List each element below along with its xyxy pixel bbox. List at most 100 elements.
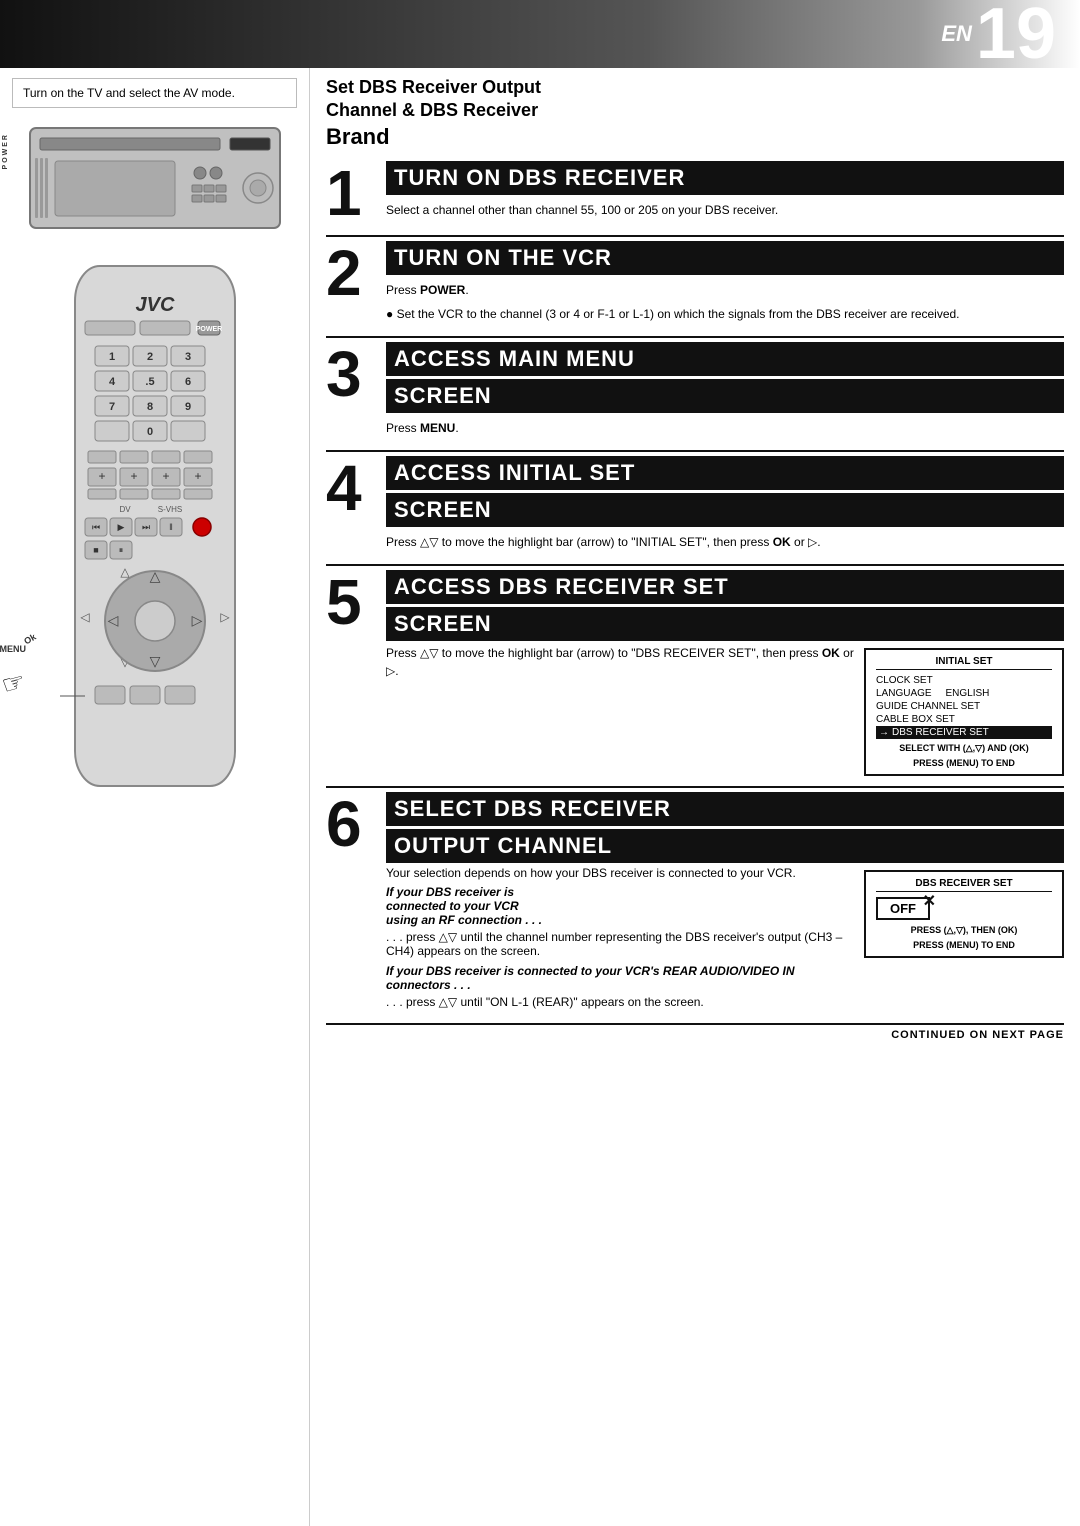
remote-svg: JVC POWER 1 2 3 4 .5 xyxy=(50,256,260,816)
svg-text:△: △ xyxy=(149,568,160,584)
ok-bold-5: OK xyxy=(822,646,840,660)
divider-1 xyxy=(326,235,1064,237)
step-1-content: TURN ON DBS RECEIVER Select a channel ot… xyxy=(386,161,1064,222)
hand-pointer: ☞ xyxy=(0,666,28,702)
screen-note-press: PRESS (MENU) TO END xyxy=(876,758,1052,768)
vcr-svg xyxy=(20,123,290,233)
svg-text:6: 6 xyxy=(184,376,190,388)
step-6-rf-body: . . . press △▽ until the channel number … xyxy=(386,930,854,958)
power-bold: POWER xyxy=(420,283,465,297)
continued-text: CONTINUED ON NEXT PAGE xyxy=(891,1029,1064,1041)
svg-text:DV: DV xyxy=(119,505,131,514)
step-6-av-body: . . . press △▽ until "ON L-1 (REAR)" app… xyxy=(386,995,854,1009)
svg-text:+: + xyxy=(98,469,105,483)
step-4-heading2: SCREEN xyxy=(386,493,1064,527)
svg-text:7: 7 xyxy=(108,401,114,413)
step-1: 1 TURN ON DBS RECEIVER Select a channel … xyxy=(326,161,1064,225)
step-2-heading: TURN ON THE VCR xyxy=(386,241,1064,275)
dbs-off-row: OFF ✕ xyxy=(876,897,1052,920)
svg-text:‖: ‖ xyxy=(169,522,173,532)
screen-title: INITIAL SET xyxy=(876,656,1052,670)
menu-bold: MENU xyxy=(420,421,455,435)
svg-text:▶: ▶ xyxy=(117,522,124,532)
initial-set-screen: INITIAL SET CLOCK SET LANGUAGE ENGLISH G… xyxy=(864,648,1064,776)
step-2-content: TURN ON THE VCR Press POWER. ● Set the V… xyxy=(386,241,1064,326)
step-5: 5 ACCESS DBS RECEIVER SET SCREEN Press △… xyxy=(326,570,1064,776)
off-box: OFF ✕ xyxy=(876,897,930,920)
step-3-body: Press MENU. xyxy=(386,416,1064,440)
step-3-content: ACCESS MAIN MENU SCREEN Press MENU. xyxy=(386,342,1064,440)
step-5-heading: ACCESS DBS RECEIVER SET xyxy=(386,570,1064,604)
divider-4 xyxy=(326,564,1064,566)
step-3-number: 3 xyxy=(326,342,386,406)
dbs-press-note1: PRESS (△,▽), THEN (OK) xyxy=(876,925,1052,936)
screen-item-language: LANGUAGE ENGLISH xyxy=(876,687,1052,700)
step-3-heading2: SCREEN xyxy=(386,379,1064,413)
svg-text:◁: ◁ xyxy=(107,612,118,628)
step-6-layout: Your selection depends on how your DBS r… xyxy=(386,866,1064,1009)
divider-3 xyxy=(326,450,1064,452)
left-column: Turn on the TV and select the AV mode. P… xyxy=(0,68,310,1526)
step-3-heading: ACCESS MAIN MENU xyxy=(386,342,1064,376)
svg-text:+: + xyxy=(194,469,201,483)
step-6-content: SELECT DBS RECEIVER OUTPUT CHANNEL Your … xyxy=(386,792,1064,1009)
svg-text:+: + xyxy=(162,469,169,483)
divider-2 xyxy=(326,336,1064,338)
step-6-rf-heading: If your DBS receiver isconnected to your… xyxy=(386,885,854,927)
step-6-number: 6 xyxy=(326,792,386,856)
screen-item-clock: CLOCK SET xyxy=(876,674,1052,687)
step-5-text: Press △▽ to move the highlight bar (arro… xyxy=(386,644,854,680)
en-label: EN xyxy=(941,21,972,47)
right-column: Set DBS Receiver Output Channel & DBS Re… xyxy=(310,68,1080,1526)
arrow-right-icon: → xyxy=(879,727,889,738)
svg-text:⏮: ⏮ xyxy=(91,522,99,532)
svg-text:⏸: ⏸ xyxy=(118,545,123,555)
svg-text:3: 3 xyxy=(184,351,190,363)
step-5-content: ACCESS DBS RECEIVER SET SCREEN Press △▽ … xyxy=(386,570,1064,776)
step-6-left: Your selection depends on how your DBS r… xyxy=(386,866,854,1009)
continued-notice: CONTINUED ON NEXT PAGE xyxy=(326,1023,1064,1041)
step-2: 2 TURN ON THE VCR Press POWER. ● Set the… xyxy=(326,241,1064,326)
svg-text:△: △ xyxy=(120,565,130,579)
svg-text:.5: .5 xyxy=(145,376,154,388)
step-4-content: ACCESS INITIAL SET SCREEN Press △▽ to mo… xyxy=(386,456,1064,554)
ok-bold-4: OK xyxy=(773,535,791,549)
step-6-body1: Your selection depends on how your DBS r… xyxy=(386,866,854,880)
step-2-body1: Press POWER. xyxy=(386,278,1064,302)
screen-item-cable: CABLE BOX SET xyxy=(876,713,1052,726)
main-layout: Turn on the TV and select the AV mode. P… xyxy=(0,68,1080,1526)
step-4-heading: ACCESS INITIAL SET xyxy=(386,456,1064,490)
svg-text:+: + xyxy=(130,469,137,483)
step-5-body-layout: Press △▽ to move the highlight bar (arro… xyxy=(386,644,1064,776)
step-2-body2: ● Set the VCR to the channel (3 or 4 or … xyxy=(386,302,1064,326)
screen-item-dbs-selected: →DBS RECEIVER SET xyxy=(876,726,1052,739)
step-6-av-heading: If your DBS receiver is connected to you… xyxy=(386,964,854,992)
off-button-container: OFF ✕ xyxy=(876,897,930,920)
svg-text:9: 9 xyxy=(184,401,190,413)
step-4: 4 ACCESS INITIAL SET SCREEN Press △▽ to … xyxy=(326,456,1064,554)
step-6-heading: SELECT DBS RECEIVER xyxy=(386,792,1064,826)
page-title-block: Set DBS Receiver Output Channel & DBS Re… xyxy=(326,76,1064,151)
page-title: Set DBS Receiver Output Channel & DBS Re… xyxy=(326,76,1064,151)
step-4-body: Press △▽ to move the highlight bar (arro… xyxy=(386,530,1064,554)
step-1-body: Select a channel other than channel 55, … xyxy=(386,198,1064,222)
off-x-mark: ✕ xyxy=(923,891,936,911)
step-5-number: 5 xyxy=(326,570,386,634)
svg-text:▷: ▷ xyxy=(220,610,230,624)
step-6: 6 SELECT DBS RECEIVER OUTPUT CHANNEL You… xyxy=(326,792,1064,1009)
step-2-number: 2 xyxy=(326,241,386,305)
divider-5 xyxy=(326,786,1064,788)
vcr-illustration: POWER xyxy=(12,123,297,236)
off-label: OFF xyxy=(890,901,916,916)
svg-text:1: 1 xyxy=(108,351,114,363)
screen-item-guide: GUIDE CHANNEL SET xyxy=(876,700,1052,713)
power-side-label: POWER xyxy=(2,133,9,169)
intro-text: Turn on the TV and select the AV mode. xyxy=(12,78,297,108)
svg-text:▷: ▷ xyxy=(191,612,202,628)
page-header: EN 19 xyxy=(0,0,1080,68)
svg-text:⏭: ⏭ xyxy=(141,522,149,532)
menu-label: MENU xyxy=(0,644,26,654)
svg-text:8: 8 xyxy=(146,401,152,413)
svg-text:2: 2 xyxy=(146,351,152,363)
step-1-number: 1 xyxy=(326,161,386,225)
